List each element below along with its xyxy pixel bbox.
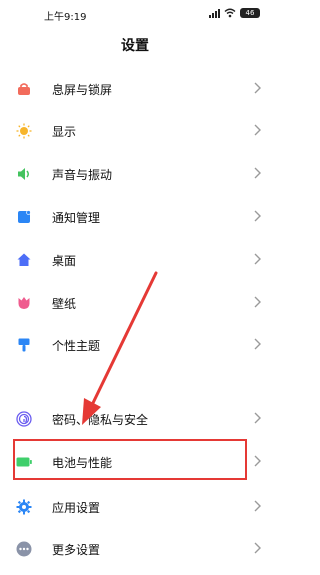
- chevron-right-icon: [254, 296, 261, 308]
- wifi-icon: [224, 8, 236, 18]
- settings-item-home-screen[interactable]: 桌面: [0, 239, 270, 279]
- settings-item-sound[interactable]: 声音与振动: [0, 153, 270, 193]
- page-title: 设置: [121, 38, 149, 54]
- settings-item-lock-screen[interactable]: 息屏与锁屏: [0, 68, 270, 108]
- home-icon: [16, 252, 32, 268]
- chevron-right-icon: [254, 210, 261, 222]
- status-icons: 46: [209, 8, 260, 18]
- notification-icon: [16, 209, 32, 225]
- battery-status-icon: 46: [240, 8, 260, 18]
- settings-item-label: 应用设置: [52, 501, 101, 515]
- chevron-right-icon: [254, 455, 261, 467]
- chevron-right-icon: [254, 124, 261, 136]
- lock-screen-icon: [16, 81, 32, 97]
- settings-item-label: 个性主题: [52, 339, 101, 353]
- speaker-icon: [16, 166, 32, 182]
- chevron-right-icon: [254, 253, 261, 265]
- gear-icon: [16, 499, 32, 515]
- settings-item-label: 更多设置: [52, 543, 101, 557]
- chevron-right-icon: [254, 82, 261, 94]
- settings-item-label: 息屏与锁屏: [52, 83, 113, 97]
- paint-roller-icon: [16, 337, 32, 353]
- settings-item-wallpaper[interactable]: 壁纸: [0, 282, 270, 322]
- more-dots-icon: [16, 541, 32, 557]
- settings-item-label: 密码、隐私与安全: [52, 413, 149, 427]
- highlight-box: [13, 439, 247, 480]
- chevron-right-icon: [254, 542, 261, 554]
- sun-icon: [16, 123, 32, 139]
- settings-item-themes[interactable]: 个性主题: [0, 324, 270, 364]
- chevron-right-icon: [254, 500, 261, 512]
- signal-icon: [209, 8, 220, 18]
- settings-item-more-settings[interactable]: 更多设置: [0, 528, 270, 568]
- settings-item-app-settings[interactable]: 应用设置: [0, 486, 270, 526]
- chevron-right-icon: [254, 412, 261, 424]
- status-bar: 上午9:19 46: [0, 0, 270, 30]
- settings-item-label: 声音与振动: [52, 168, 113, 182]
- settings-item-display[interactable]: 显示: [0, 110, 270, 150]
- chevron-right-icon: [254, 167, 261, 179]
- settings-item-label: 显示: [52, 125, 77, 139]
- settings-item-label: 桌面: [52, 254, 77, 268]
- chevron-right-icon: [254, 338, 261, 350]
- settings-item-label: 壁纸: [52, 297, 77, 311]
- fingerprint-icon: [16, 411, 32, 427]
- settings-item-notifications[interactable]: 通知管理: [0, 196, 270, 236]
- status-time: 上午9:19: [44, 12, 87, 23]
- settings-item-privacy-security[interactable]: 密码、隐私与安全: [0, 398, 270, 438]
- tulip-icon: [16, 295, 32, 311]
- settings-item-label: 通知管理: [52, 211, 101, 225]
